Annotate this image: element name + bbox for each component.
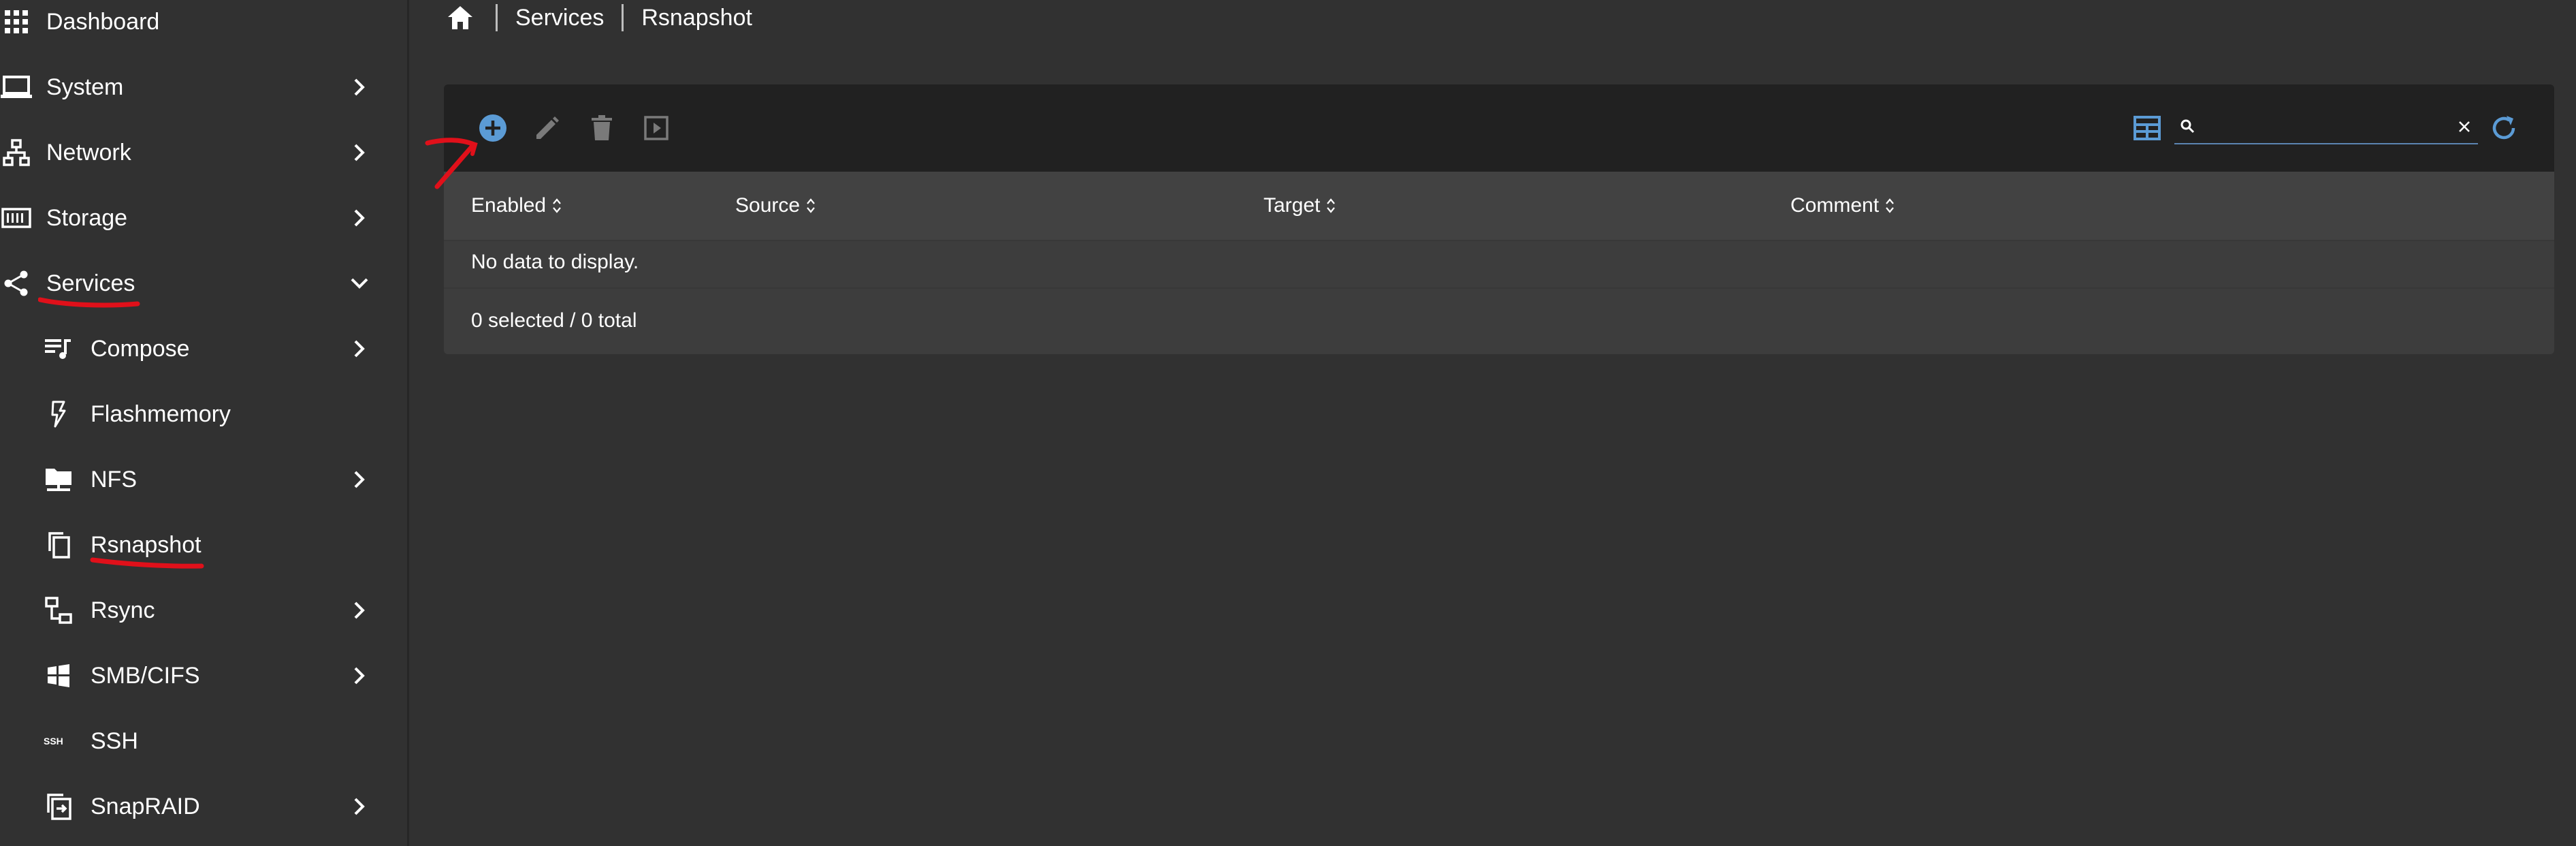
sidebar-item-label: Rsync <box>91 597 155 623</box>
selection-summary: 0 selected / 0 total <box>471 309 637 332</box>
sidebar-item-network[interactable]: Network <box>0 120 407 185</box>
column-header-label: Comment <box>1790 194 1880 217</box>
network-icon <box>0 136 33 169</box>
laptop-icon <box>0 71 33 104</box>
chevron-right-icon <box>346 204 373 232</box>
sidebar-item-compose[interactable]: Compose <box>0 316 407 381</box>
edit-button[interactable] <box>528 109 566 147</box>
svg-text:SSH: SSH <box>44 736 63 747</box>
sort-icon <box>551 197 562 215</box>
empty-message: No data to display. <box>471 251 639 273</box>
rsnapshot-table-panel: Enabled Source Target Comment No data to… <box>444 84 2554 354</box>
chevron-right-icon <box>346 335 373 362</box>
sidebar-item-flashmemory[interactable]: Flashmemory <box>0 381 407 447</box>
sidebar-item-nfs[interactable]: NFS <box>0 447 407 512</box>
chevron-right-icon <box>346 793 373 820</box>
chevron-down-icon <box>346 270 373 297</box>
refresh-button[interactable] <box>2485 109 2523 147</box>
sidebar-item-label: SMB/CIFS <box>91 663 200 689</box>
column-header-target[interactable]: Target <box>1263 192 1336 219</box>
sidebar: Dashboard System Network Storage Service… <box>0 0 409 846</box>
sort-icon <box>805 197 816 215</box>
sidebar-item-label: Dashboard <box>46 9 160 35</box>
breadcrumb-separator <box>622 4 624 31</box>
chevron-right-icon <box>346 466 373 493</box>
sidebar-item-dashboard[interactable]: Dashboard <box>0 0 407 54</box>
add-button[interactable] <box>474 109 512 147</box>
breadcrumb-separator <box>496 4 498 31</box>
toolbar <box>444 84 2554 172</box>
search-input[interactable] <box>2204 114 2438 140</box>
sort-icon <box>1884 197 1895 215</box>
sidebar-item-label: Storage <box>46 205 128 231</box>
sidebar-item-rsnapshot[interactable]: Rsnapshot <box>0 512 407 578</box>
sidebar-item-label: Compose <box>91 336 190 362</box>
sidebar-item-label: System <box>46 74 124 100</box>
play-box-icon <box>644 116 669 140</box>
sidebar-item-label: SSH <box>91 728 138 754</box>
empty-table-row: No data to display. <box>444 241 2554 289</box>
run-button[interactable] <box>637 109 675 147</box>
sidebar-item-system[interactable]: System <box>0 54 407 120</box>
sidebar-item-label: Services <box>46 270 135 296</box>
copy-icon <box>42 529 75 561</box>
sidebar-item-smb-cifs[interactable]: SMB/CIFS <box>0 643 407 708</box>
breadcrumb-services[interactable]: Services <box>515 5 604 31</box>
compose-icon <box>42 332 75 365</box>
snapraid-icon <box>42 790 75 823</box>
trash-icon <box>592 115 612 140</box>
sidebar-item-ssh[interactable]: SSH SSH <box>0 708 407 774</box>
sidebar-item-label: Flashmemory <box>91 401 231 427</box>
chevron-right-icon <box>346 74 373 101</box>
sidebar-item-snapraid[interactable]: SnapRAID <box>0 774 407 839</box>
column-header-label: Source <box>735 194 801 217</box>
chevron-right-icon <box>346 597 373 624</box>
column-settings-button[interactable] <box>2128 109 2166 147</box>
windows-icon <box>42 659 75 692</box>
sidebar-item-label: NFS <box>91 467 137 492</box>
column-header-enabled[interactable]: Enabled <box>471 192 562 219</box>
column-header-label: Target <box>1263 194 1321 217</box>
table-header: Enabled Source Target Comment <box>444 172 2554 241</box>
home-icon[interactable] <box>442 0 478 35</box>
sidebar-item-rsync[interactable]: Rsync <box>0 578 407 643</box>
add-circle-icon <box>479 114 506 142</box>
clear-search-icon[interactable] <box>2453 116 2475 138</box>
refresh-icon <box>2492 116 2515 140</box>
share-icon <box>0 267 33 300</box>
rsync-icon <box>42 594 75 627</box>
pencil-icon <box>536 116 559 139</box>
flash-icon <box>42 398 75 430</box>
grid-icon <box>0 5 33 38</box>
delete-button[interactable] <box>583 109 621 147</box>
sidebar-item-label: Rsnapshot <box>91 532 202 558</box>
table-columns-icon <box>2134 116 2161 140</box>
breadcrumb: Services Rsnapshot <box>442 0 752 35</box>
sidebar-item-label: SnapRAID <box>91 794 200 819</box>
ssh-icon: SSH <box>42 725 75 757</box>
breadcrumb-rsnapshot: Rsnapshot <box>641 4 752 31</box>
sidebar-item-services[interactable]: Services <box>0 251 407 316</box>
storage-icon <box>0 202 33 234</box>
chevron-right-icon <box>346 139 373 166</box>
column-header-label: Enabled <box>471 194 547 217</box>
sort-icon <box>1325 197 1336 215</box>
chevron-right-icon <box>346 662 373 689</box>
search-field[interactable] <box>2174 113 2478 144</box>
sidebar-item-storage[interactable]: Storage <box>0 185 407 251</box>
sidebar-item-label: Network <box>46 140 131 166</box>
column-header-comment[interactable]: Comment <box>1790 192 1895 219</box>
column-header-source[interactable]: Source <box>735 192 816 219</box>
search-icon <box>2177 116 2197 136</box>
table-footer: 0 selected / 0 total <box>444 289 2554 354</box>
folder-network-icon <box>42 463 75 496</box>
